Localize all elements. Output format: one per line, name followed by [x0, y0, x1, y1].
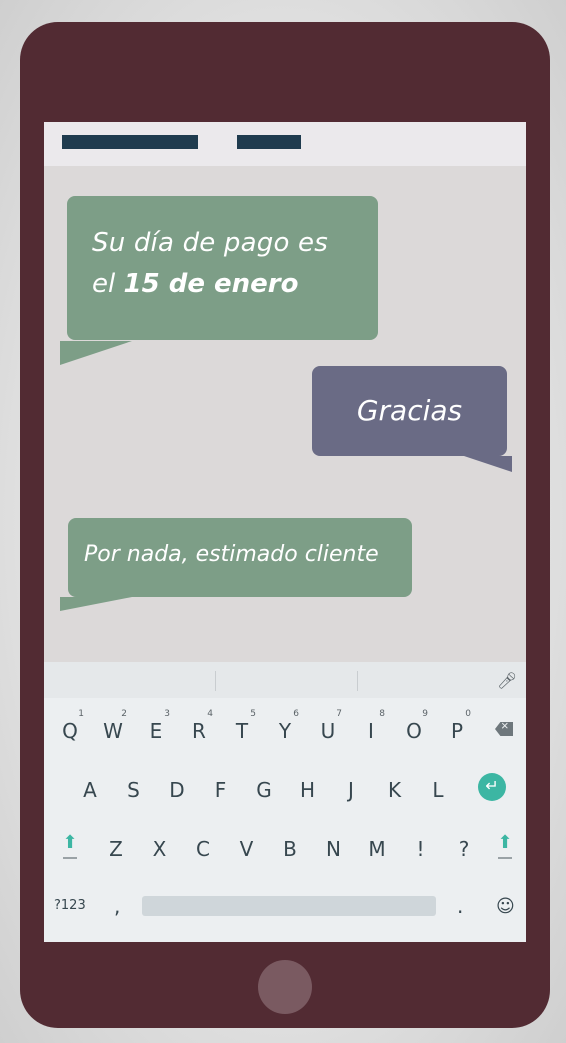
space-bar[interactable] — [142, 896, 436, 916]
backspace-icon[interactable] — [495, 722, 513, 736]
key-s[interactable]: S — [114, 778, 154, 802]
key-r[interactable]: R4 — [179, 709, 219, 743]
key-i[interactable]: I8 — [351, 709, 391, 743]
key-number-hint: 0 — [465, 709, 471, 719]
app-header — [44, 122, 526, 166]
phone-screen: Su día de pago es el 15 de enero Gracias… — [44, 122, 526, 942]
key-label: Q — [62, 719, 78, 743]
key-c[interactable]: C — [183, 837, 223, 861]
key-l[interactable]: L — [418, 778, 458, 802]
message-text-line2: el 15 de enero — [92, 269, 298, 299]
key-exclamation[interactable]: ! — [401, 837, 441, 861]
key-label: R — [192, 719, 206, 743]
key-k[interactable]: K — [375, 778, 415, 802]
key-number-hint: 5 — [250, 709, 256, 719]
key-number-hint: 9 — [422, 709, 428, 719]
key-label: O — [406, 719, 422, 743]
key-d[interactable]: D — [157, 778, 197, 802]
key-n[interactable]: N — [314, 837, 354, 861]
shift-icon[interactable]: ⬆ — [58, 832, 82, 859]
microphone-icon[interactable]: 🎤︎ — [497, 671, 517, 691]
key-x[interactable]: X — [140, 837, 180, 861]
key-label: Y — [278, 719, 292, 743]
comma-key[interactable]: , — [114, 894, 120, 918]
header-title-placeholder — [62, 135, 198, 149]
key-j[interactable]: J — [331, 778, 371, 802]
emoji-icon[interactable]: ☺ — [496, 896, 515, 917]
key-q[interactable]: Q1 — [50, 709, 90, 743]
key-v[interactable]: V — [227, 837, 267, 861]
key-label: T — [235, 719, 249, 743]
key-label: P — [450, 719, 464, 743]
key-f[interactable]: F — [201, 778, 241, 802]
key-number-hint: 4 — [207, 709, 213, 719]
key-u[interactable]: U7 — [308, 709, 348, 743]
bubble-tail — [60, 341, 132, 365]
key-p[interactable]: P0 — [437, 709, 477, 743]
key-e[interactable]: E3 — [136, 709, 176, 743]
key-m[interactable]: M — [357, 837, 397, 861]
message-text-line1: Su día de pago es — [92, 228, 328, 258]
key-o[interactable]: O9 — [394, 709, 434, 743]
message-text-date: 15 de enero — [123, 269, 299, 299]
key-label: E — [149, 719, 163, 743]
key-label: I — [368, 719, 374, 743]
key-g[interactable]: G — [244, 778, 284, 802]
key-number-hint: 1 — [78, 709, 84, 719]
suggestion-divider — [357, 671, 358, 691]
key-y[interactable]: Y6 — [265, 709, 305, 743]
period-key[interactable]: . — [457, 894, 463, 918]
on-screen-keyboard: 🎤︎ Q1W2E3R4T5Y6U7I8O9P0 ASDFGHJKL ↵ ⬆ ZX… — [44, 662, 526, 942]
key-t[interactable]: T5 — [222, 709, 262, 743]
key-z[interactable]: Z — [96, 837, 136, 861]
suggestion-strip[interactable]: 🎤︎ — [44, 662, 526, 698]
key-w[interactable]: W2 — [93, 709, 133, 743]
key-number-hint: 2 — [121, 709, 127, 719]
symbols-key[interactable]: ?123 — [54, 898, 86, 913]
key-number-hint: 3 — [164, 709, 170, 719]
home-button[interactable] — [258, 960, 312, 1014]
key-question[interactable]: ? — [444, 837, 484, 861]
bubble-tail — [464, 456, 512, 472]
message-text: Gracias — [356, 394, 463, 427]
bubble-tail — [60, 597, 132, 611]
enter-icon[interactable]: ↵ — [478, 773, 506, 801]
key-b[interactable]: B — [270, 837, 310, 861]
key-number-hint: 6 — [293, 709, 299, 719]
key-label: W — [103, 719, 123, 743]
suggestion-divider — [215, 671, 216, 691]
shift-icon[interactable]: ⬆ — [493, 832, 517, 859]
key-number-hint: 8 — [379, 709, 385, 719]
message-text-prefix: el — [92, 269, 124, 299]
key-number-hint: 7 — [336, 709, 342, 719]
key-a[interactable]: A — [70, 778, 110, 802]
key-h[interactable]: H — [288, 778, 328, 802]
header-subtitle-placeholder — [237, 135, 301, 149]
key-label: U — [320, 719, 336, 743]
message-bubble — [67, 196, 378, 340]
message-text: Por nada, estimado cliente — [84, 542, 379, 567]
